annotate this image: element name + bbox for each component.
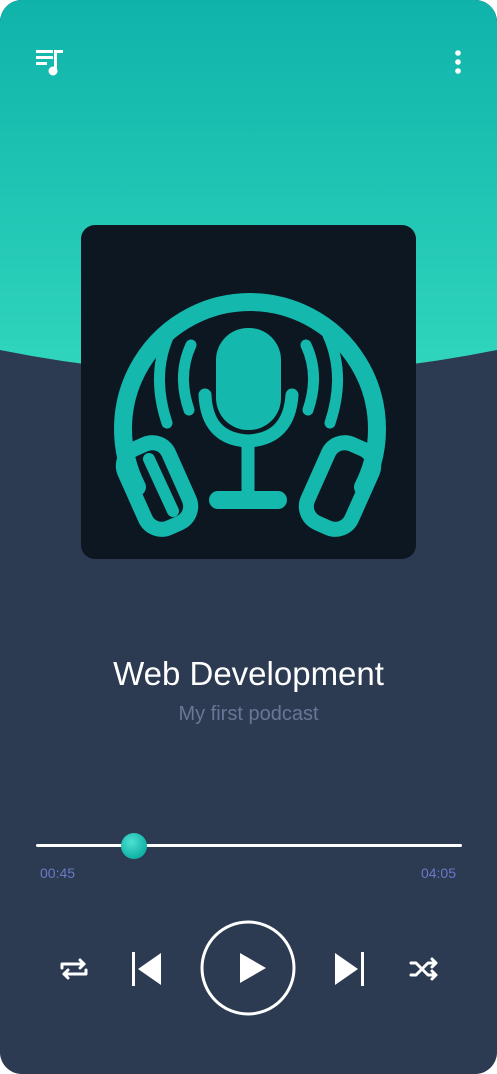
current-time: 00:45 [40, 865, 76, 881]
player-screen: Web Development My first podcast 00:45 0… [0, 0, 497, 1074]
top-bar [0, 0, 497, 120]
total-time: 04:05 [420, 865, 456, 881]
episode-title: Web Development [113, 655, 384, 692]
progress-slider[interactable] [36, 830, 462, 860]
skip-previous-icon[interactable] [128, 950, 164, 988]
episode-subtitle: My first podcast [178, 703, 319, 725]
play-button[interactable] [200, 920, 296, 1016]
skip-next-icon[interactable] [332, 950, 368, 988]
podcast-headphones-microphone-icon [114, 293, 386, 537]
progress-thumb[interactable] [120, 833, 147, 859]
play-icon[interactable] [200, 920, 296, 1016]
shuffle-icon[interactable] [406, 954, 442, 984]
playlist-music-icon[interactable] [32, 44, 68, 80]
podcast-cover-art [81, 225, 416, 559]
more-vertical-icon[interactable] [446, 46, 470, 78]
progress-track[interactable] [36, 844, 462, 847]
repeat-icon[interactable] [56, 954, 92, 984]
playback-controls [0, 920, 497, 1016]
